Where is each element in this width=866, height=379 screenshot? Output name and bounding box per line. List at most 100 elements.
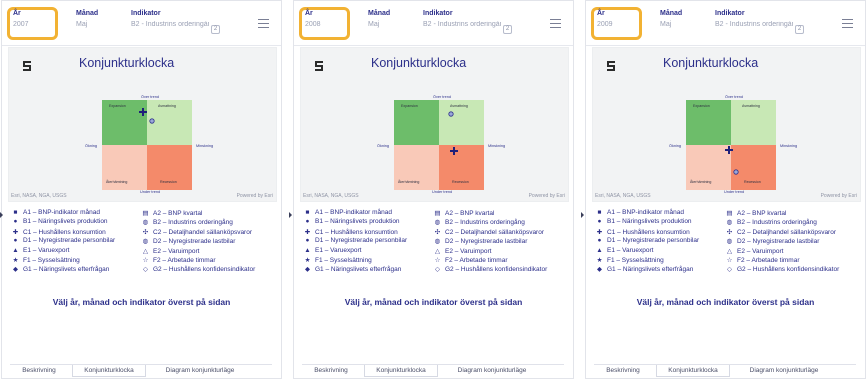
month-label: Månad	[76, 10, 99, 17]
legend-item[interactable]: ★ F1 – Sysselsättning	[596, 256, 664, 264]
marker-cross[interactable]	[450, 147, 459, 156]
legend-item[interactable]: ✚ C1 – Hushållens konsumtion	[596, 228, 690, 236]
legend-item[interactable]: ◇ G2 – Hushållens konfidensindikator	[726, 265, 839, 273]
filter-bar: År 2007 Månad Maj Indikator B2 - Industr…	[2, 1, 281, 46]
quadrant-label-recession: Recession	[160, 180, 177, 184]
legend-item[interactable]: ● B1 – Näringslivets produktion	[304, 218, 400, 225]
tab-diagram-konjunkturlage[interactable]: Diagram konjunkturläge	[150, 365, 250, 377]
legend-item[interactable]: ✚ C1 – Hushållens konsumtion	[12, 228, 106, 236]
year-label: År	[13, 10, 21, 17]
legend-item[interactable]: ◆ G1 – Näringslivets efterfrågan	[304, 265, 401, 273]
axis-label-right: Minskning	[780, 144, 798, 148]
legend-item[interactable]: ● D1 – Nyregistrerade personbilar	[12, 237, 116, 244]
legend-item[interactable]: ▲ E1 – Varuexport	[596, 247, 653, 254]
legend-item[interactable]: ◇ G2 – Hushållens konfidensindikator	[434, 265, 547, 273]
chart-title: Konjunkturklocka	[79, 56, 175, 70]
powered-by[interactable]: Powered by Esri	[237, 193, 273, 199]
month-value[interactable]: Maj	[660, 21, 671, 28]
legend-item[interactable]: ◍ D2 – Nyregistrerade lastbilar	[142, 237, 236, 245]
legend-item[interactable]: ■ A1 – BNP-indikator månad	[304, 209, 392, 216]
legend-item[interactable]: ▲ E1 – Varuexport	[304, 247, 361, 254]
legend-item[interactable]: ◇ G2 – Hushållens konfidensindikator	[142, 265, 255, 273]
side-expand-caret-icon[interactable]	[0, 212, 3, 218]
tab-bar: Beskrivning Konjunkturklocka Diagram kon…	[594, 364, 856, 378]
legend-item[interactable]: ▤ A2 – BNP kvartal	[142, 209, 202, 217]
legend-item[interactable]: ◍ B2 – Industrins orderingång	[434, 218, 525, 226]
tab-bar: Beskrivning Konjunkturklocka Diagram kon…	[302, 364, 564, 378]
legend-item[interactable]: ● D1 – Nyregistrerade personbilar	[596, 237, 700, 244]
side-expand-caret-icon[interactable]	[289, 212, 292, 218]
legend-item[interactable]: △ E2 – Varuimport	[142, 247, 199, 255]
scb-logo-icon	[607, 61, 615, 71]
legend-item[interactable]: ✣ C2 – Detaljhandel sällanköpsvaror	[434, 228, 544, 236]
hamburger-menu-icon[interactable]	[258, 19, 269, 28]
axis-label-bottom: Under trend	[140, 190, 161, 194]
indicator-count-badge[interactable]: 2	[211, 25, 220, 34]
quadrant-label-aterhamtning: Återhämtning	[106, 180, 128, 184]
legend-item[interactable]: ✚ C1 – Hushållens konsumtion	[304, 228, 398, 236]
marker-cross[interactable]	[138, 107, 147, 116]
legend-item[interactable]: ● D1 – Nyregistrerade personbilar	[304, 237, 408, 244]
legend-item[interactable]: ◍ D2 – Nyregistrerade lastbilar	[726, 237, 820, 245]
hamburger-menu-icon[interactable]	[842, 19, 853, 28]
tab-beskrivning[interactable]: Beskrivning	[594, 365, 652, 377]
chart-area: Konjunkturklocka Expansion Avmattning Åt…	[8, 47, 277, 202]
legend-item[interactable]: ✣ C2 – Detaljhandel sällanköpsvaror	[142, 228, 252, 236]
tab-beskrivning[interactable]: Beskrivning	[10, 365, 68, 377]
legend-item[interactable]: ☆ F2 – Arbetade timmar	[142, 256, 216, 264]
year-value[interactable]: 2009	[597, 21, 613, 28]
powered-by[interactable]: Powered by Esri	[821, 193, 857, 199]
quadrant-label-expansion: Expansion	[693, 104, 710, 108]
legend-item[interactable]: △ E2 – Varuimport	[434, 247, 491, 255]
legend-item[interactable]: △ E2 – Varuimport	[726, 247, 783, 255]
tab-konjunkturklocka[interactable]: Konjunkturklocka	[656, 365, 730, 377]
year-value[interactable]: 2008	[305, 21, 321, 28]
year-label: År	[597, 10, 605, 17]
quadrant-label-aterhamtning: Återhämtning	[398, 180, 420, 184]
axis-label-left: Ökning	[669, 144, 682, 148]
side-expand-caret-icon[interactable]	[581, 212, 584, 218]
axis-label-right: Minskning	[488, 144, 506, 148]
legend-item[interactable]: ◍ B2 – Industrins orderingång	[142, 218, 233, 226]
indicator-count-badge[interactable]: 2	[503, 25, 512, 34]
powered-by[interactable]: Powered by Esri	[529, 193, 565, 199]
legend-item[interactable]: ● B1 – Näringslivets produktion	[596, 218, 692, 225]
axis-label-left: Ökning	[377, 144, 390, 148]
indicator-value[interactable]: B2 - Industrins orderingån...	[423, 21, 501, 28]
marker-circle[interactable]	[732, 169, 739, 175]
tab-diagram-konjunkturlage[interactable]: Diagram konjunkturläge	[442, 365, 542, 377]
legend-item[interactable]: ▤ A2 – BNP kvartal	[434, 209, 494, 217]
month-value[interactable]: Maj	[368, 21, 379, 28]
tab-konjunkturklocka[interactable]: Konjunkturklocka	[364, 365, 438, 377]
legend-item[interactable]: ▤ A2 – BNP kvartal	[726, 209, 786, 217]
month-value[interactable]: Maj	[76, 21, 87, 28]
marker-circle[interactable]	[148, 118, 155, 124]
legend-item[interactable]: ● B1 – Näringslivets produktion	[12, 218, 108, 225]
legend-item[interactable]: ★ F1 – Sysselsättning	[304, 256, 372, 264]
legend-item[interactable]: ☆ F2 – Arbetade timmar	[726, 256, 800, 264]
legend-item[interactable]: ◆ G1 – Näringslivets efterfrågan	[12, 265, 109, 273]
tab-konjunkturklocka[interactable]: Konjunkturklocka	[72, 365, 146, 377]
legend-item[interactable]: ★ F1 – Sysselsättning	[12, 256, 80, 264]
legend-item[interactable]: ■ A1 – BNP-indikator månad	[12, 209, 100, 216]
indicator-value[interactable]: B2 - Industrins orderingån...	[715, 21, 793, 28]
legend-item[interactable]: ◆ G1 – Näringslivets efterfrågan	[596, 265, 693, 273]
dashboard-panel-2008: År 2008 Månad Maj Indikator B2 - Industr…	[293, 0, 574, 379]
legend-item[interactable]: ☆ F2 – Arbetade timmar	[434, 256, 508, 264]
year-value[interactable]: 2007	[13, 21, 29, 28]
marker-circle[interactable]	[448, 111, 454, 117]
legend-item[interactable]: ■ A1 – BNP-indikator månad	[596, 209, 684, 216]
marker-cross[interactable]	[725, 146, 734, 155]
tab-diagram-konjunkturlage[interactable]: Diagram konjunkturläge	[734, 365, 834, 377]
indicator-value[interactable]: B2 - Industrins orderingån...	[131, 21, 209, 28]
instruction-text: Välj år, månad och indikator överst på s…	[636, 297, 815, 307]
legend-item[interactable]: ▲ E1 – Varuexport	[12, 247, 69, 254]
hamburger-menu-icon[interactable]	[550, 19, 561, 28]
tab-beskrivning[interactable]: Beskrivning	[302, 365, 360, 377]
legend-item[interactable]: ◍ B2 – Industrins orderingång	[726, 218, 817, 226]
indicator-count-badge[interactable]: 2	[795, 25, 804, 34]
indicator-legend: ■ A1 – BNP-indikator månad ▤ A2 – BNP kvart…	[12, 209, 280, 275]
legend-item[interactable]: ✣ C2 – Detaljhandel sällanköpsvaror	[726, 228, 836, 236]
map-attribution: Esri, NASA, NGA, USGS	[303, 193, 359, 199]
legend-item[interactable]: ◍ D2 – Nyregistrerade lastbilar	[434, 237, 528, 245]
